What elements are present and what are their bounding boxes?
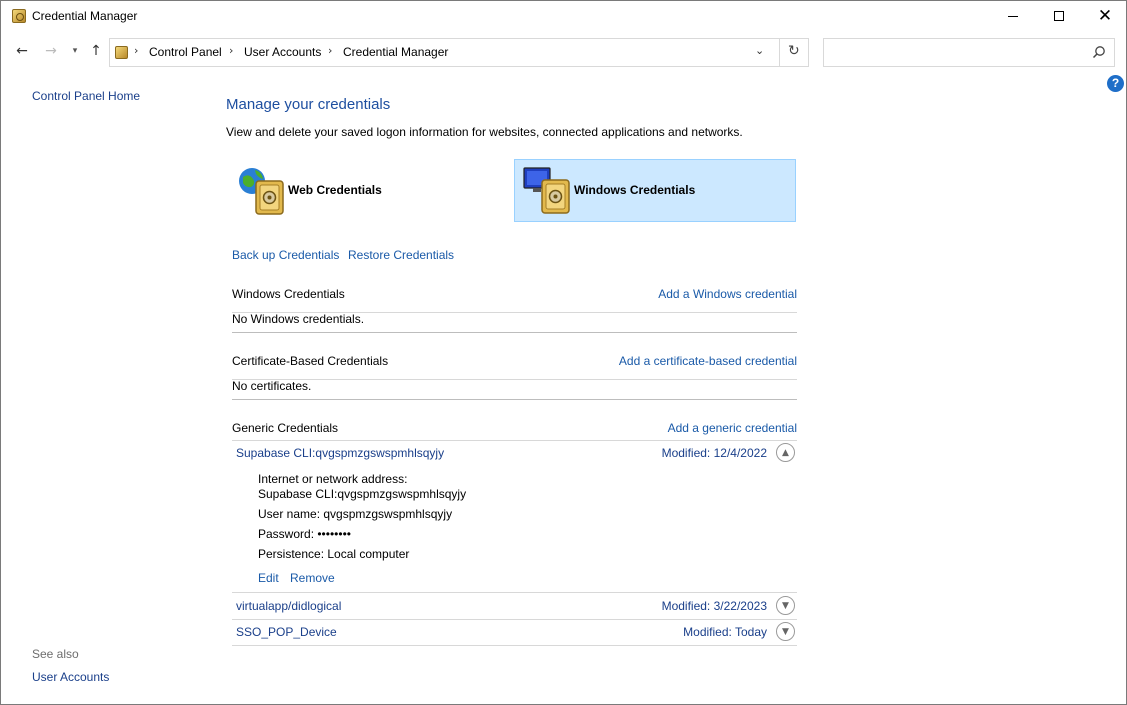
credential-row[interactable]: virtualapp/didlogical Modified: 3/22/202…: [232, 594, 797, 620]
close-icon: ✕: [1097, 5, 1113, 26]
generic-credentials-section-header: Generic Credentials Add a generic creden…: [232, 421, 797, 441]
monitor-vault-icon: [523, 167, 570, 214]
expand-icon[interactable]: ▼: [776, 596, 795, 615]
credential-vault-icon: [12, 9, 26, 23]
control-panel-home-link[interactable]: Control Panel Home: [32, 89, 140, 103]
username-line: User name: qvgspmzgswspmhlsqyjy: [258, 507, 453, 521]
chevron-down-icon: ▾: [72, 46, 78, 56]
forward-button[interactable]: →: [41, 41, 61, 61]
credential-manager-window: Credential Manager ✕ ← → ▾ ↑ › Control P…: [0, 0, 1127, 705]
section-title: Windows Credentials: [232, 287, 345, 301]
user-accounts-link[interactable]: User Accounts: [32, 670, 109, 684]
password-line: Password: ••••••••: [258, 527, 351, 541]
navigation-bar: ← → ▾ ↑ › Control Panel › User Accounts …: [1, 32, 1126, 72]
search-box[interactable]: [823, 38, 1115, 67]
help-icon[interactable]: ?: [1107, 75, 1124, 92]
address-bar[interactable]: › Control Panel › User Accounts › Creden…: [109, 38, 809, 67]
breadcrumb-separator-icon[interactable]: ›: [134, 44, 138, 57]
add-certificate-credential-link[interactable]: Add a certificate-based credential: [619, 354, 797, 368]
windows-credentials-tile[interactable]: Windows Credentials: [514, 159, 796, 222]
web-credentials-label[interactable]: Web Credentials: [288, 183, 382, 197]
minimize-icon: [1008, 15, 1018, 17]
credential-modified: Modified: 12/4/2022: [661, 446, 767, 460]
minimize-button[interactable]: [990, 1, 1036, 31]
credential-row[interactable]: Supabase CLI:qvgspmzgswspmhlsqyjy Modifi…: [232, 441, 797, 467]
search-input[interactable]: [824, 39, 1084, 66]
edit-link[interactable]: Edit: [258, 571, 279, 585]
credential-details: Internet or network address: Supabase CL…: [232, 466, 797, 593]
refresh-icon[interactable]: ↻: [788, 43, 800, 59]
certificate-credentials-empty: No certificates.: [232, 374, 797, 400]
back-button[interactable]: ←: [12, 41, 32, 61]
window-title: Credential Manager: [32, 9, 138, 23]
see-also-label: See also: [32, 647, 79, 661]
empty-message: No certificates.: [232, 379, 312, 393]
recent-locations-button[interactable]: ▾: [65, 41, 85, 61]
windows-credentials-empty: No Windows credentials.: [232, 307, 797, 333]
breadcrumb-control-panel[interactable]: Control Panel: [149, 45, 222, 59]
address-value: Supabase CLI:qvgspmzgswspmhlsqyjy: [258, 487, 467, 501]
arrow-left-icon: ←: [16, 43, 28, 59]
maximize-icon: [1054, 11, 1064, 21]
windows-credentials-label[interactable]: Windows Credentials: [574, 183, 695, 197]
section-title: Generic Credentials: [232, 421, 339, 435]
breadcrumb-user-accounts[interactable]: User Accounts: [244, 45, 321, 59]
maximize-button[interactable]: [1036, 1, 1082, 31]
credential-name[interactable]: virtualapp/didlogical: [236, 599, 341, 613]
close-button[interactable]: ✕: [1082, 1, 1126, 31]
empty-message: No Windows credentials.: [232, 312, 365, 326]
globe-vault-icon: [239, 168, 284, 215]
section-title: Certificate-Based Credentials: [232, 354, 389, 368]
address-label: Internet or network address:: [258, 472, 408, 486]
address-dropdown-icon[interactable]: ⌄: [755, 44, 764, 57]
credential-modified: Modified: Today: [683, 625, 767, 639]
page-title: Manage your credentials: [226, 96, 391, 113]
arrow-up-icon: ↑: [90, 43, 102, 59]
restore-credentials-link[interactable]: Restore Credentials: [348, 248, 454, 262]
add-generic-credential-link[interactable]: Add a generic credential: [668, 421, 797, 435]
search-icon[interactable]: [1092, 45, 1106, 59]
address-divider: [779, 39, 780, 66]
add-windows-credential-link[interactable]: Add a Windows credential: [658, 287, 797, 301]
credential-name[interactable]: SSO_POP_Device: [236, 625, 337, 639]
expand-icon[interactable]: ▼: [776, 622, 795, 641]
credential-row[interactable]: SSO_POP_Device Modified: Today ▼: [232, 620, 797, 646]
up-button[interactable]: ↑: [86, 41, 106, 61]
breadcrumb-credential-manager[interactable]: Credential Manager: [343, 45, 448, 59]
breadcrumb-separator-icon[interactable]: ›: [229, 44, 233, 57]
back-up-credentials-link[interactable]: Back up Credentials: [232, 248, 339, 262]
persistence-line: Persistence: Local computer: [258, 547, 410, 561]
arrow-right-icon: →: [45, 43, 57, 59]
credential-name[interactable]: Supabase CLI:qvgspmzgswspmhlsqyjy: [236, 446, 444, 460]
breadcrumb-separator-icon[interactable]: ›: [328, 44, 332, 57]
page-description: View and delete your saved logon informa…: [226, 125, 743, 139]
credential-modified: Modified: 3/22/2023: [661, 599, 767, 613]
remove-link[interactable]: Remove: [290, 571, 335, 585]
title-bar: Credential Manager ✕: [1, 1, 1126, 32]
control-panel-icon: [115, 46, 128, 59]
web-credentials-tile[interactable]: Web Credentials: [232, 159, 514, 222]
collapse-icon[interactable]: ▲: [776, 443, 795, 462]
